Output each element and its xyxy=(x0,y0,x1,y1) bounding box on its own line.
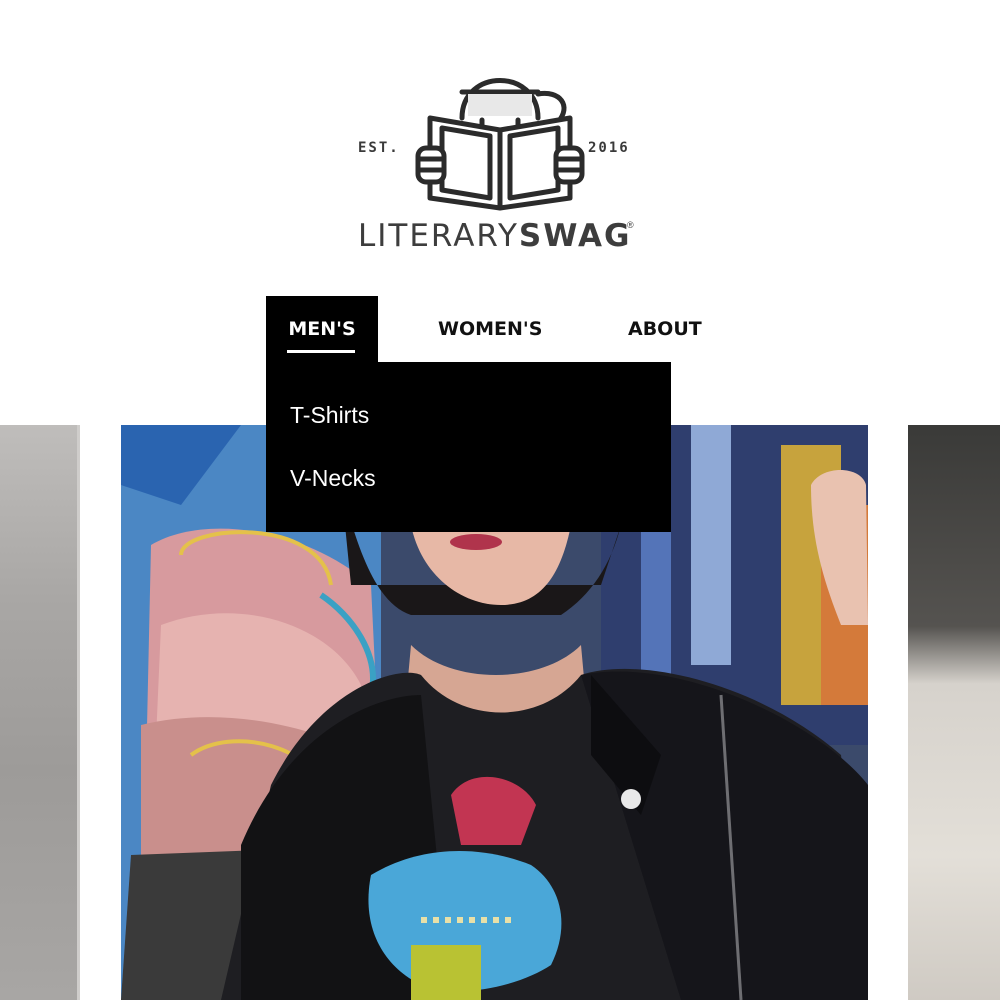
dropdown-item-v-necks[interactable]: V-Necks xyxy=(290,465,376,492)
nav-item-womens[interactable]: WOMEN'S xyxy=(438,296,542,362)
nav-item-label: ABOUT xyxy=(628,318,702,340)
active-underline xyxy=(287,350,355,353)
dropdown-item-t-shirts[interactable]: T-Shirts xyxy=(290,402,369,429)
reader-mascot-icon xyxy=(415,78,585,211)
nav-item-mens[interactable]: MEN'S xyxy=(266,296,378,362)
nav-item-label: WOMEN'S xyxy=(438,318,543,340)
established-year: 2016 xyxy=(588,140,630,156)
carousel-previous-slide[interactable] xyxy=(0,425,80,1000)
site-logo[interactable]: EST. 2016 LITERARYSWAG ® xyxy=(330,40,670,265)
brand-word-light: LITERARY xyxy=(358,218,519,254)
carousel-next-slide[interactable] xyxy=(908,425,1000,1000)
established-label: EST. xyxy=(358,140,400,156)
brand-wordmark: LITERARYSWAG xyxy=(358,218,632,254)
registered-mark: ® xyxy=(627,220,634,230)
mens-dropdown-menu: T-Shirts V-Necks xyxy=(266,362,671,532)
brand-word-bold: SWAG xyxy=(518,218,632,254)
nav-item-label: MEN'S xyxy=(288,318,356,340)
nav-item-about[interactable]: ABOUT xyxy=(628,296,702,362)
